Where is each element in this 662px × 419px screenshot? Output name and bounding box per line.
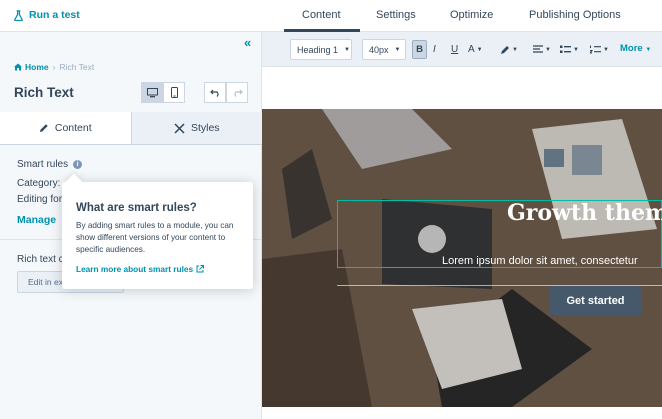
text-color-label: A bbox=[468, 44, 475, 55]
text-color-button[interactable]: A ▼ bbox=[468, 40, 483, 59]
caret-down-icon: ▼ bbox=[545, 46, 551, 53]
smart-rules-popover: What are smart rules? By adding smart ru… bbox=[62, 173, 253, 289]
flask-icon bbox=[14, 9, 23, 21]
italic-button[interactable]: I bbox=[433, 40, 436, 59]
info-icon[interactable]: i bbox=[73, 160, 83, 169]
popover-title: What are smart rules? bbox=[76, 202, 197, 214]
more-button[interactable]: More ▼ bbox=[620, 43, 651, 54]
learn-more-link[interactable]: Learn more about smart rules bbox=[76, 264, 205, 274]
align-button[interactable]: ▼ bbox=[533, 40, 551, 59]
bullet-list-icon bbox=[560, 45, 571, 53]
module-title: Rich Text bbox=[14, 85, 74, 100]
category-row: Category: bbox=[17, 178, 60, 189]
manage-link[interactable]: Manage bbox=[17, 214, 56, 226]
tab-module-styles-label: Styles bbox=[190, 122, 220, 134]
smart-rules-label: Smart rules bbox=[17, 159, 69, 170]
heading-select[interactable]: Heading 1 ▼ bbox=[290, 39, 352, 60]
collapse-sidebar-icon[interactable]: « bbox=[244, 35, 251, 50]
caret-down-icon: ▼ bbox=[573, 46, 579, 53]
category-label: Category: bbox=[17, 178, 61, 189]
font-size-select-value: 40px bbox=[369, 44, 389, 55]
bullet-list-button[interactable]: ▼ bbox=[560, 40, 579, 59]
breadcrumb: Home › Rich Text bbox=[14, 62, 94, 72]
tab-module-content-label: Content bbox=[54, 122, 92, 134]
brush-tools-icon bbox=[174, 122, 185, 134]
more-label: More bbox=[620, 43, 643, 54]
bold-button[interactable]: B bbox=[412, 40, 427, 59]
home-icon bbox=[14, 63, 22, 71]
font-size-select[interactable]: 40px ▼ bbox=[362, 39, 406, 60]
smart-rules-row: Smart rules i bbox=[17, 159, 83, 170]
popover-body: By adding smart rules to a module, you c… bbox=[76, 221, 234, 254]
breadcrumb-home-label: Home bbox=[25, 62, 49, 72]
tab-module-styles[interactable]: Styles bbox=[131, 112, 262, 144]
undo-button[interactable] bbox=[204, 82, 226, 103]
hero-title[interactable]: Growth them bbox=[507, 200, 662, 226]
mobile-preview-button[interactable] bbox=[163, 82, 185, 103]
mobile-icon bbox=[170, 87, 178, 98]
redo-icon bbox=[233, 89, 243, 97]
tab-publishing-options[interactable]: Publishing Options bbox=[529, 9, 621, 21]
redo-button[interactable] bbox=[226, 82, 248, 103]
caret-down-icon: ▼ bbox=[645, 47, 652, 53]
tab-settings[interactable]: Settings bbox=[376, 9, 416, 21]
pencil-icon bbox=[39, 124, 48, 132]
breadcrumb-current: Rich Text bbox=[59, 62, 95, 72]
run-test-label: Run a test bbox=[29, 9, 80, 21]
underline-button[interactable]: U bbox=[451, 40, 458, 59]
device-preview-toggle bbox=[141, 82, 185, 103]
caret-down-icon: ▼ bbox=[603, 46, 609, 53]
highlighter-icon bbox=[501, 45, 509, 54]
undo-icon bbox=[209, 89, 219, 97]
numbered-list-icon bbox=[590, 45, 601, 54]
tab-module-content[interactable]: Content bbox=[0, 112, 132, 144]
align-left-icon bbox=[533, 45, 543, 53]
run-test-link[interactable]: Run a test bbox=[13, 9, 80, 21]
heading-select-value: Heading 1 bbox=[297, 44, 339, 55]
hero-subtitle[interactable]: Lorem ipsum dolor sit amet, consectetur bbox=[442, 255, 638, 267]
desktop-preview-button[interactable] bbox=[141, 82, 163, 103]
numbered-list-button[interactable]: ▼ bbox=[590, 40, 609, 59]
breadcrumb-home[interactable]: Home bbox=[14, 62, 49, 72]
desktop-icon bbox=[146, 87, 158, 97]
get-started-button[interactable]: Get started bbox=[549, 286, 642, 315]
learn-more-label: Learn more about smart rules bbox=[76, 264, 194, 274]
caret-down-icon: ▼ bbox=[476, 46, 483, 53]
caret-down-icon: ▼ bbox=[344, 46, 350, 53]
rich-text-field-label: Rich text c bbox=[17, 254, 64, 265]
breadcrumb-separator: › bbox=[52, 62, 56, 72]
top-bar: Run a test Content Settings Optimize Pub… bbox=[0, 0, 662, 32]
editing-for-label: Editing for bbox=[17, 194, 63, 205]
tab-optimize[interactable]: Optimize bbox=[450, 9, 493, 21]
undo-redo-group bbox=[204, 82, 248, 103]
highlight-button[interactable]: ▼ bbox=[500, 40, 518, 59]
sidebar-tabs: Content Styles bbox=[0, 112, 262, 145]
tab-content[interactable]: Content bbox=[302, 9, 341, 21]
external-link-icon bbox=[196, 265, 205, 273]
caret-down-icon: ▼ bbox=[394, 46, 401, 53]
caret-down-icon: ▼ bbox=[512, 46, 518, 53]
